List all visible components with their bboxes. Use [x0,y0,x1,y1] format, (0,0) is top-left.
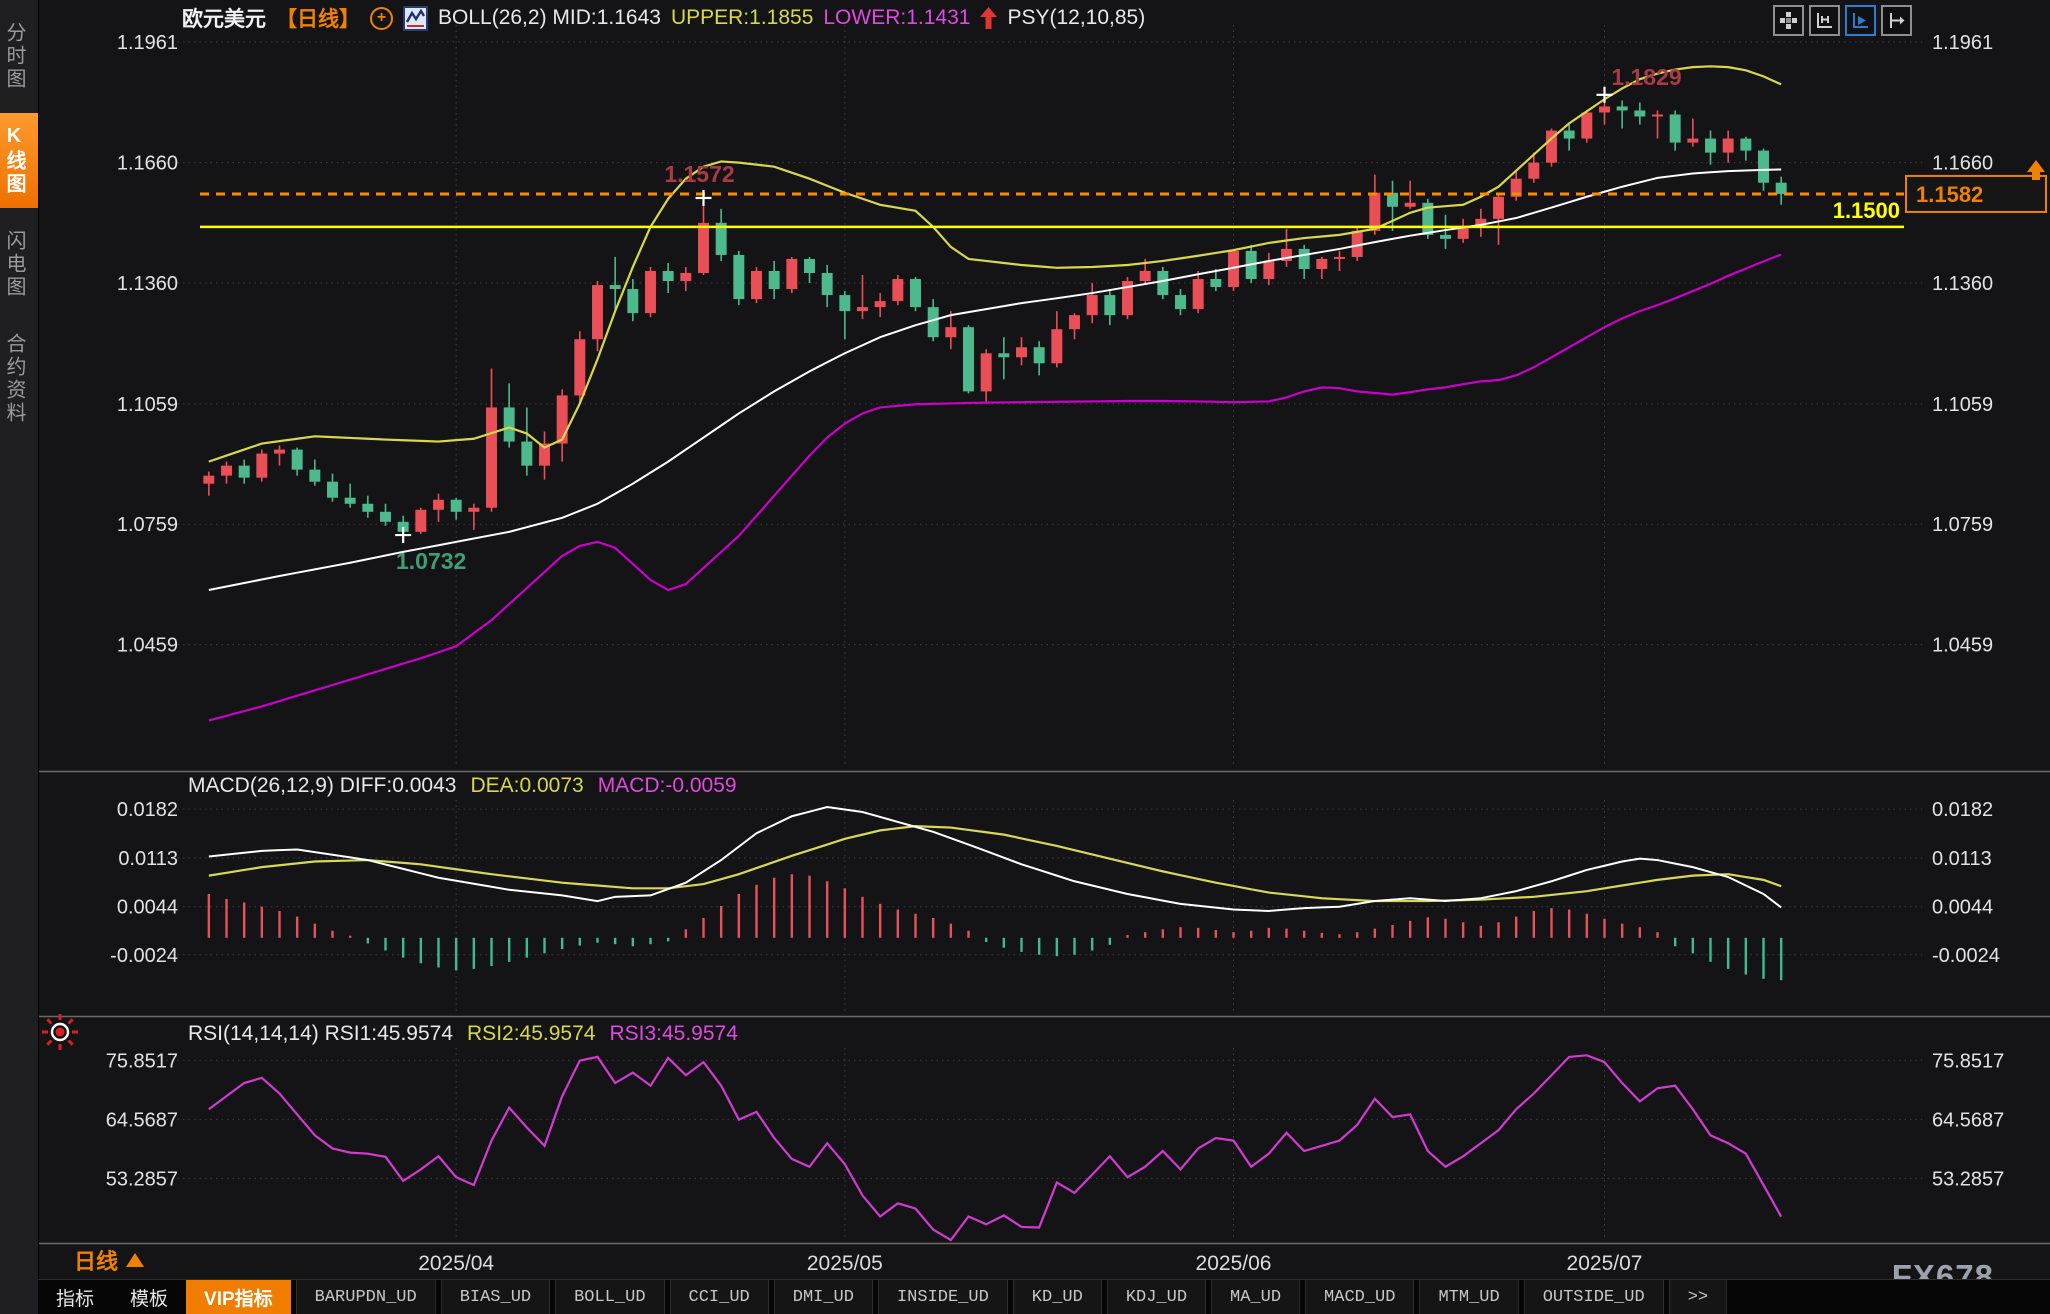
svg-text:0.0113: 0.0113 [1932,848,1992,870]
svg-text:1.1059: 1.1059 [1932,394,1993,416]
tab-vip-indicators[interactable]: VIP指标 [186,1280,291,1314]
tab-ma-ud[interactable]: MA_UD [1211,1280,1300,1314]
svg-text:1.1059: 1.1059 [117,394,178,416]
psy-label: PSY(12,10,85) [1007,6,1145,30]
svg-text:2025/04: 2025/04 [418,1252,494,1275]
svg-text:1.0459: 1.0459 [1932,635,1993,657]
indicator-tabbar: 指标 模板 VIP指标 BARUPDN_UD BIAS_UD BOLL_UD C… [38,1279,2050,1314]
svg-text:53.2857: 53.2857 [1932,1168,2004,1190]
rsi-panel-header: RSI(14,14,14) RSI1:45.9574 RSI2:45.9574 … [188,1022,738,1046]
axis-play-icon[interactable] [1845,5,1876,36]
chart-application: 1.1961 1.1961 1.1660 1.1660 1.1360 1.1360 1.10… [0,0,2050,1314]
svg-text:1.0459: 1.0459 [117,635,178,657]
svg-text:1.1961: 1.1961 [1932,32,1993,54]
grid-move-icon[interactable] [1773,5,1804,36]
svg-text:2025/06: 2025/06 [1196,1252,1272,1275]
chart-toolbar [1773,5,1912,36]
period-selector[interactable]: 日线 [74,1244,144,1276]
svg-text:75.8517: 75.8517 [106,1050,178,1072]
sidebar: 分时图 K线图 闪电图 合约资料 [0,0,39,1314]
period-up-arrow-icon [126,1253,144,1267]
svg-text:75.8517: 75.8517 [1932,1050,2004,1072]
tab-outside-ud[interactable]: OUTSIDE_UD [1524,1280,1664,1314]
svg-text:1.1360: 1.1360 [1932,273,1993,295]
svg-text:1.1572: 1.1572 [664,161,734,187]
tab-more[interactable]: >> [1669,1280,1727,1314]
kline-mini-icon[interactable] [403,6,428,31]
rsi3-label: RSI3:45.9574 [609,1022,737,1046]
svg-text:1.0759: 1.0759 [1932,514,1993,536]
tab-inside-ud[interactable]: INSIDE_UD [878,1280,1008,1314]
svg-text:1.1961: 1.1961 [117,32,178,54]
add-indicator-icon[interactable]: + [370,7,393,30]
tab-mtm-ud[interactable]: MTM_UD [1419,1280,1518,1314]
sidebar-item-kline-chart[interactable]: K线图 [0,113,38,208]
svg-text:1.1500: 1.1500 [1833,198,1900,223]
tab-indicators[interactable]: 指标 [38,1280,112,1314]
macd-diff-label: MACD(26,12,9) DIFF:0.0043 [188,774,456,798]
boll-value-label: BOLL(26,2) MID:1.1643 [438,6,661,30]
price-chart-svg[interactable]: 1.1961 1.1961 1.1660 1.1660 1.1360 1.1360 1.10… [0,0,2050,1314]
tab-macd-ud[interactable]: MACD_UD [1305,1280,1414,1314]
macd-panel-header: MACD(26,12,9) DIFF:0.0043 DEA:0.0073 MAC… [188,774,737,798]
boll-lower-label: LOWER:1.1431 [823,6,970,30]
svg-text:0.0113: 0.0113 [118,848,178,870]
svg-text:1.1360: 1.1360 [117,273,178,295]
chart-header: 欧元美元 【日线】 + BOLL(26,2) MID:1.1643 UPPER:… [182,3,1145,33]
sidebar-item-timeline-chart[interactable]: 分时图 [0,10,38,103]
tab-bias-ud[interactable]: BIAS_UD [441,1280,550,1314]
svg-text:0.0044: 0.0044 [1932,897,1993,919]
alarm-indicator-icon[interactable] [38,1010,82,1059]
period-tag[interactable]: 【日线】 [276,3,360,33]
svg-text:53.2857: 53.2857 [106,1168,178,1190]
up-arrow-icon [980,7,997,29]
tab-templates[interactable]: 模板 [112,1280,186,1314]
sidebar-item-contract-info[interactable]: 合约资料 [0,321,38,437]
svg-text:-0.0024: -0.0024 [1932,945,2000,967]
period-label: 日线 [74,1244,118,1276]
svg-text:1.1582: 1.1582 [1916,182,1983,207]
svg-text:1.1829: 1.1829 [1611,64,1681,90]
svg-text:0.0182: 0.0182 [117,799,178,821]
tab-cci-ud[interactable]: CCI_UD [670,1280,769,1314]
tab-d mi-ud[interactable]: DMI_UD [774,1280,873,1314]
svg-text:-0.0024: -0.0024 [110,945,178,967]
tab-barupdn-ud[interactable]: BARUPDN_UD [296,1280,436,1314]
macd-dea-label: DEA:0.0073 [470,774,583,798]
axis-shift-icon[interactable] [1881,5,1912,36]
macd-value-label: MACD:-0.0059 [598,774,737,798]
svg-text:0.0182: 0.0182 [1932,799,1993,821]
svg-text:2025/07: 2025/07 [1567,1252,1643,1275]
rsi1-label: RSI(14,14,14) RSI1:45.9574 [188,1022,453,1046]
svg-text:1.1660: 1.1660 [117,153,178,175]
svg-text:64.5687: 64.5687 [106,1109,178,1131]
svg-text:1.0759: 1.0759 [117,514,178,536]
boll-upper-label: UPPER:1.1855 [671,6,813,30]
svg-text:64.5687: 64.5687 [1932,1109,2004,1131]
tab-kdj-ud[interactable]: KDJ_UD [1107,1280,1206,1314]
rsi2-label: RSI2:45.9574 [467,1022,595,1046]
axis-scale-icon[interactable] [1809,5,1840,36]
svg-text:1.0732: 1.0732 [396,548,466,574]
tab-kd-ud[interactable]: KD_UD [1013,1280,1102,1314]
tab-boll-ud[interactable]: BOLL_UD [555,1280,664,1314]
sidebar-item-lightning-chart[interactable]: 闪电图 [0,218,38,311]
svg-text:2025/05: 2025/05 [807,1252,883,1275]
svg-text:0.0044: 0.0044 [117,897,178,919]
symbol-title: 欧元美元 [182,3,266,33]
svg-text:1.1660: 1.1660 [1932,153,1993,175]
